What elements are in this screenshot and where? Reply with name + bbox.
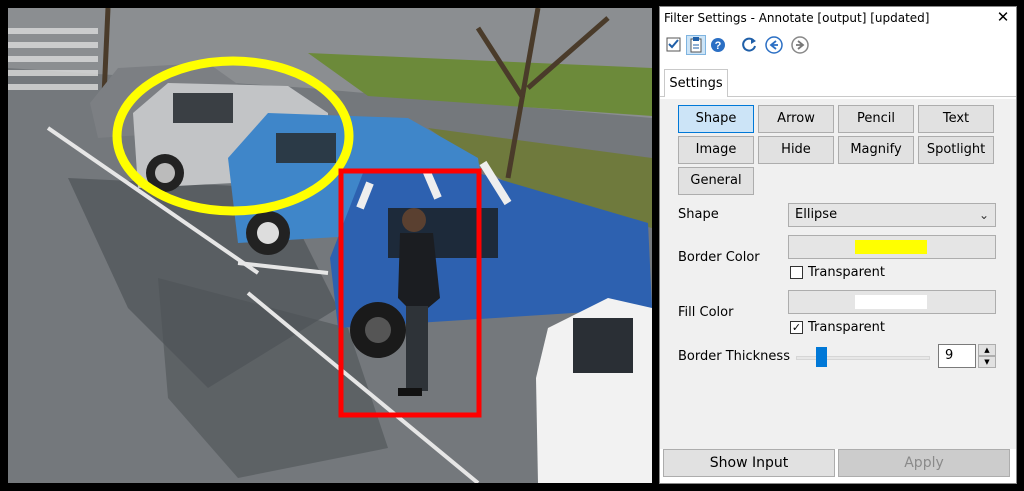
fill-color-label: Fill Color [678,305,734,320]
arrow-button[interactable]: Arrow [758,105,834,133]
shape-select-value: Ellipse [795,207,838,222]
text-button[interactable]: Text [918,105,994,133]
back-arrow-icon[interactable] [764,35,784,55]
apply-button[interactable]: Apply [838,449,1010,477]
close-button[interactable]: ✕ [994,8,1012,26]
general-button[interactable]: General [678,167,754,195]
fill-color-picker[interactable] [788,290,996,314]
slider-thumb[interactable] [816,347,827,367]
border-transparent-checkbox[interactable] [790,266,803,279]
tab-strip: Settings [660,65,1016,99]
camera-frame [8,8,652,483]
shape-select[interactable]: Ellipse ⌄ [788,203,996,227]
dialog-title: Filter Settings - Annotate [output] [upd… [664,11,930,25]
show-input-button[interactable]: Show Input [663,449,835,477]
settings-panel: Shape Arrow Pencil Text Image Hide Magni… [660,99,1016,449]
svg-text:?: ? [715,40,722,52]
clipboard-icon[interactable] [686,35,706,55]
fill-transparent-checkbox[interactable]: ✓ [790,321,803,334]
spin-up-button[interactable]: ▲ [978,344,996,356]
help-icon[interactable]: ? [708,35,728,55]
filter-settings-dialog: Filter Settings - Annotate [output] [upd… [659,6,1017,484]
spin-down-button[interactable]: ▼ [978,356,996,368]
border-thickness-input[interactable]: 9 [938,344,976,368]
border-color-swatch [855,240,927,254]
shape-label: Shape [678,207,719,222]
border-color-picker[interactable] [788,235,996,259]
fill-color-swatch [855,295,927,309]
pencil-button[interactable]: Pencil [838,105,914,133]
border-transparent-label: Transparent [808,265,885,280]
refresh-icon[interactable] [740,35,760,55]
hide-button[interactable]: Hide [758,136,834,164]
shape-button[interactable]: Shape [678,105,754,133]
chevron-down-icon: ⌄ [978,208,989,222]
forward-arrow-icon[interactable] [790,35,810,55]
border-color-label: Border Color [678,250,760,265]
tab-settings[interactable]: Settings [664,69,728,97]
fill-transparent-label: Transparent [808,320,885,335]
magnify-button[interactable]: Magnify [838,136,914,164]
spotlight-button[interactable]: Spotlight [918,136,994,164]
image-button[interactable]: Image [678,136,754,164]
checkbox-view-icon[interactable] [664,35,684,55]
title-bar: Filter Settings - Annotate [output] [upd… [660,7,1016,29]
border-thickness-label: Border Thickness [678,349,790,364]
